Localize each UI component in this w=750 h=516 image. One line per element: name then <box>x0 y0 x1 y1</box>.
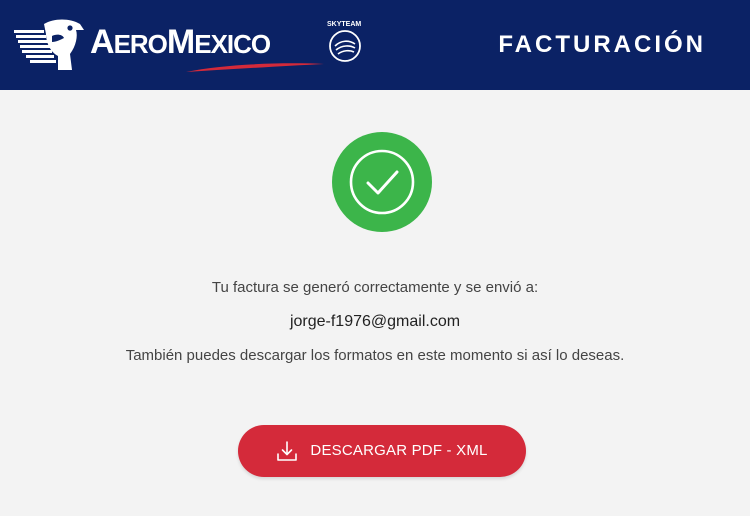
brand-wordmark: AEROMEXICO <box>90 23 271 61</box>
aeromexico-logo[interactable]: AEROMEXICO SKYTEAM <box>14 16 374 74</box>
download-hint-message: También puedes descargar los formatos en… <box>125 347 625 364</box>
skyteam-label: SKYTEAM <box>327 21 361 28</box>
facturacion-page: AEROMEXICO SKYTEAM FACTURACIÓN Tu factur… <box>0 0 750 516</box>
brand-swoosh <box>186 63 324 72</box>
page-title: FACTURACIÓN <box>498 31 706 58</box>
top-header: AEROMEXICO SKYTEAM FACTURACIÓN <box>0 0 750 90</box>
recipient-email: jorge-f1976@gmail.com <box>289 313 461 330</box>
eagle-knight-icon <box>14 19 84 70</box>
download-button-label: DESCARGAR PDF - XML <box>310 442 488 459</box>
check-circle-icon <box>332 132 432 232</box>
download-icon <box>277 441 298 461</box>
skyteam-logo-icon: SKYTEAM <box>327 21 361 62</box>
invoice-generated-message: Tu factura se generó correctamente y se … <box>211 279 539 296</box>
download-pdf-xml-button[interactable]: DESCARGAR PDF - XML <box>238 425 526 477</box>
